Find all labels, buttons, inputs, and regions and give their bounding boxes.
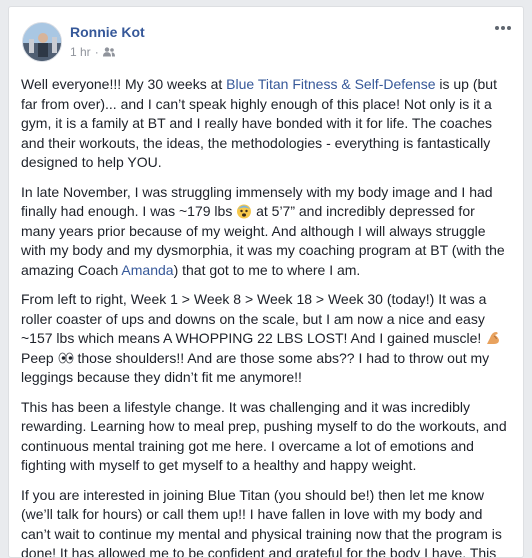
p1-text-a: Well everyone!!! My 30 weeks at [21,76,227,92]
paragraph-5: If you are interested in joining Blue Ti… [21,486,502,558]
paragraph-4: This has been a lifestyle change. It was… [21,398,507,474]
post-header: Ronnie Kot 1 hr · [9,7,523,75]
flexed-biceps-emoji-icon [487,332,500,344]
author-name[interactable]: Ronnie Kot [70,24,145,40]
paragraph-1: Well everyone!!! My 30 weeks at Blue Tit… [21,75,511,173]
page-link-blue-titan[interactable]: Blue Titan Fitness & Self-Defense [226,76,435,92]
p3-text-a: From left to right, Week 1 > Week 8 > We… [21,291,487,346]
meta-separator: · [94,45,99,59]
more-options-icon[interactable] [493,21,513,35]
friends-audience-icon[interactable] [102,47,115,57]
p3-text-b: Peep [21,349,58,366]
scared-face-emoji-icon [237,204,252,219]
post-meta: 1 hr · [70,45,115,59]
p2-text-c: ) that got to me to where I am. [173,261,361,278]
p3-text-c: those shoulders!! And are those some abs… [21,349,490,386]
paragraph-2: In late November, I was struggling immen… [21,183,511,281]
avatar[interactable] [22,22,62,62]
post-time[interactable]: 1 hr [70,45,91,59]
paragraph-3: From left to right, Week 1 > Week 8 > We… [21,290,511,388]
post-text: Well everyone!!! My 30 weeks at Blue Tit… [9,75,523,558]
eyes-emoji-icon [58,352,73,363]
profile-link-amanda[interactable]: Amanda [121,262,173,278]
post-card: Ronnie Kot 1 hr · Well everyone!!! My 30… [8,6,524,558]
avatar-photo-icon [23,23,61,61]
